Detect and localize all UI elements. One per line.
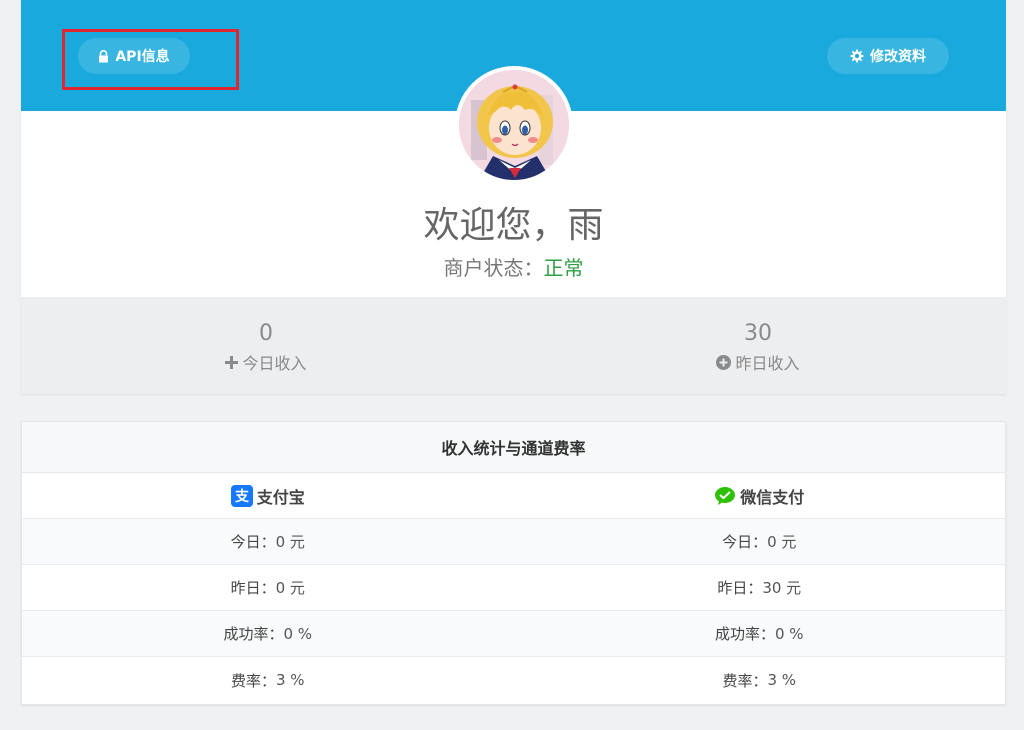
table-row: 今日： 0 元 今日： 0 元 xyxy=(22,519,1005,565)
alipay-row-value: 0 % xyxy=(283,624,313,643)
today-income-value: 0 xyxy=(259,321,273,346)
table-row: 费率： 3 % 费率： 3 % xyxy=(22,657,1005,703)
yesterday-income-value: 30 xyxy=(744,321,772,346)
avatar[interactable] xyxy=(455,66,573,184)
income-stats: 0 今日收入 30 昨日收入 xyxy=(21,297,1006,394)
plus-icon xyxy=(225,355,239,369)
yesterday-income-label: 昨日收入 xyxy=(735,354,800,373)
wechat-row-label: 今日： xyxy=(722,533,768,551)
table-row: 成功率： 0 % 成功率： 0 % xyxy=(22,611,1005,657)
wechat-header: 微信支付 xyxy=(514,473,1006,518)
status-label: 商户状态： xyxy=(443,256,544,280)
wechat-row-value: 30 元 xyxy=(762,579,802,597)
status-badge: 正常 xyxy=(543,256,584,280)
wechat-icon xyxy=(714,486,736,506)
table-title: 收入统计与通道费率 xyxy=(22,422,1005,473)
edit-profile-label: 修改资料 xyxy=(870,49,926,65)
merchant-status: 商户状态：正常 xyxy=(21,252,1006,281)
alipay-header: 支 支付宝 xyxy=(22,473,514,518)
edit-profile-button[interactable]: 修改资料 xyxy=(827,38,949,74)
wechat-row-label: 昨日： xyxy=(717,579,763,597)
alipay-row-value: 0 元 xyxy=(275,579,305,597)
wechat-row-label: 成功率： xyxy=(714,625,775,643)
plus-circle-icon xyxy=(716,354,732,370)
svg-text:支: 支 xyxy=(234,488,250,505)
highlight-annotation xyxy=(62,29,239,90)
table-header-row: 支 支付宝 微信支付 xyxy=(22,473,1005,519)
income-table-card: 收入统计与通道费率 支 支付宝 微信支付 今日： 0 元 今日： 0 元 昨日：… xyxy=(21,421,1006,705)
alipay-label: 支付宝 xyxy=(256,487,305,507)
alipay-row-value: 0 元 xyxy=(275,533,305,551)
stat-today: 0 今日收入 xyxy=(166,321,366,374)
alipay-row-value: 3 % xyxy=(275,671,305,689)
alipay-row-label: 费率： xyxy=(230,671,276,690)
alipay-row-label: 昨日： xyxy=(230,579,276,597)
gear-icon xyxy=(850,49,864,63)
alipay-icon: 支 xyxy=(230,484,253,507)
stat-yesterday: 30 昨日收入 xyxy=(658,321,858,374)
alipay-row-label: 今日： xyxy=(230,533,276,551)
wechat-row-label: 费率： xyxy=(722,671,768,690)
wechat-label: 微信支付 xyxy=(740,487,805,507)
welcome-heading: 欢迎您，雨 xyxy=(423,205,604,246)
alipay-row-label: 成功率： xyxy=(223,625,284,643)
table-row: 昨日： 0 元 昨日： 30 元 xyxy=(22,565,1005,611)
wechat-row-value: 3 % xyxy=(767,671,797,689)
wechat-row-value: 0 % xyxy=(774,624,804,643)
profile-card: API信息 修改资料 欢迎您，雨 商户状态：正常 0 今日收入 30 昨日收入 xyxy=(21,0,1006,394)
wechat-row-value: 0 元 xyxy=(767,533,797,551)
today-income-label: 今日收入 xyxy=(242,354,307,373)
